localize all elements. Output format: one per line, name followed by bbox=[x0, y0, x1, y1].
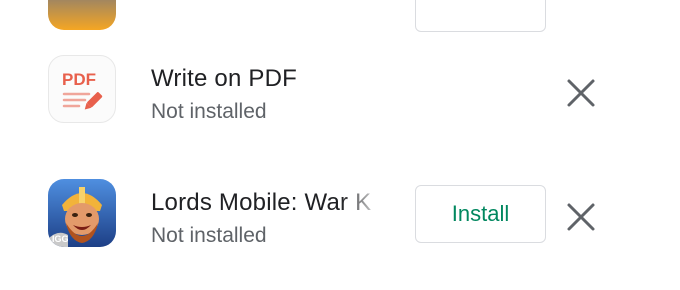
app-name: Lords Mobile: War K bbox=[151, 189, 372, 216]
dismiss-button[interactable] bbox=[562, 198, 600, 236]
dismiss-button[interactable] bbox=[562, 74, 600, 112]
app-name: Write on PDF bbox=[151, 65, 297, 92]
uninstalled-apps-list: PDF Write on PDF Not installed IGG Lords… bbox=[0, 0, 680, 290]
install-button[interactable] bbox=[415, 0, 546, 32]
svg-text:PDF: PDF bbox=[62, 70, 96, 89]
lords-mobile-app-icon: IGG bbox=[48, 179, 116, 247]
lords-mobile-app-icon-graphic: IGG bbox=[48, 179, 116, 247]
install-button[interactable]: Install bbox=[415, 185, 546, 243]
list-item[interactable]: IGG Lords Mobile: War K Not installed In… bbox=[0, 158, 680, 268]
pdf-app-icon-graphic: PDF bbox=[62, 70, 103, 110]
app-status: Not installed bbox=[151, 100, 267, 123]
list-item[interactable]: PDF Write on PDF Not installed bbox=[0, 34, 680, 144]
app-icon bbox=[48, 0, 116, 30]
close-icon bbox=[567, 203, 595, 231]
close-icon bbox=[567, 79, 595, 107]
list-item[interactable] bbox=[0, 0, 680, 32]
pdf-app-icon: PDF bbox=[48, 55, 116, 123]
svg-text:IGG: IGG bbox=[52, 234, 69, 244]
app-status: Not installed bbox=[151, 224, 267, 247]
